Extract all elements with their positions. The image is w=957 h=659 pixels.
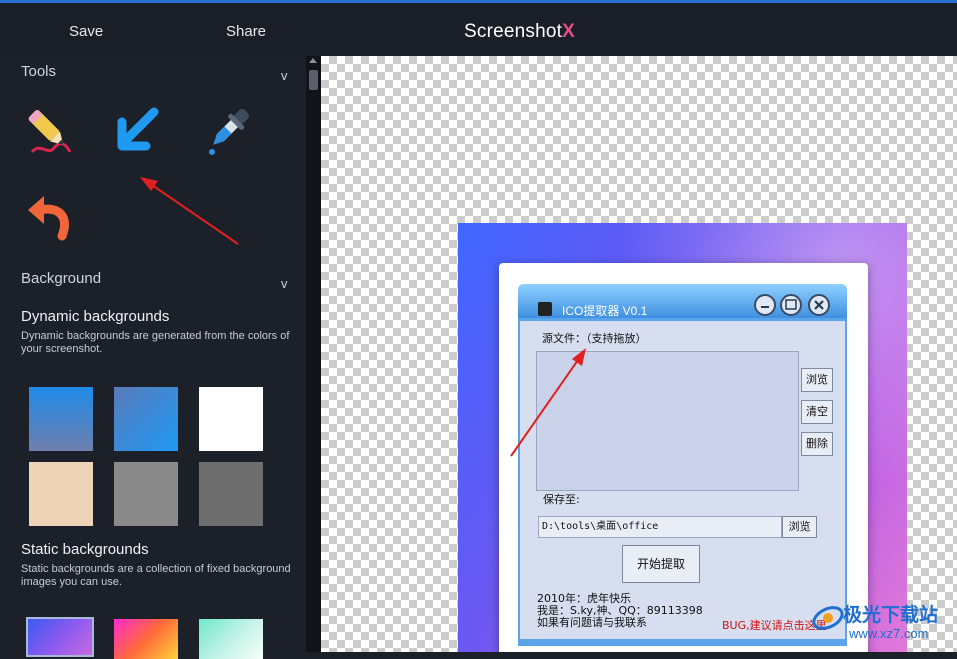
browse-path-button[interactable]: 浏览 (782, 516, 817, 538)
maximize-button[interactable] (780, 294, 802, 316)
save-to-label: 保存至: (543, 493, 580, 506)
dynamic-swatch-6[interactable] (199, 462, 263, 526)
window-title: ICO提取器 V0.1 (562, 304, 648, 318)
app-brand: ScreenshotX (464, 21, 575, 43)
window-body: 源文件：（支持拖放） 浏览 清空 删除 保存至: D:\tools\桌面\off… (520, 321, 845, 639)
minimize-button[interactable] (754, 294, 776, 316)
static-swatch-3[interactable] (199, 619, 263, 659)
info-line-3: 如果有问题请与我联系 (537, 616, 647, 629)
pencil-tool-button[interactable] (22, 102, 78, 158)
dynamic-swatch-2[interactable] (114, 387, 178, 451)
start-extract-button[interactable]: 开始提取 (622, 545, 700, 583)
save-path-field[interactable]: D:\tools\桌面\office (538, 516, 782, 538)
eyedropper-tool-button[interactable] (200, 102, 256, 158)
close-icon (814, 300, 824, 310)
browse-source-button[interactable]: 浏览 (801, 368, 833, 392)
scrollbar-thumb[interactable] (309, 70, 318, 90)
window-titlebar: ICO提取器 V0.1 (518, 284, 847, 318)
close-button[interactable] (808, 294, 830, 316)
top-bar: Save Share ScreenshotX (0, 0, 957, 56)
tools-collapse-chevron-icon[interactable]: v (281, 68, 288, 83)
minimize-icon (761, 306, 769, 308)
clear-button[interactable]: 清空 (801, 400, 833, 424)
undo-icon (28, 196, 69, 241)
static-swatch-2[interactable] (114, 619, 178, 659)
dynamic-backgrounds-title: Dynamic backgrounds (21, 308, 170, 325)
watermark: 极光下载站 www.xz7.com (811, 598, 953, 648)
info-text: 2010年：虎年快乐 我是：S.ky,神、QQ：89113398 如果有问题请与… (537, 593, 703, 629)
sidebar: Tools v Background v Dynamic backgrounds… (0, 56, 306, 659)
dynamic-backgrounds-description: Dynamic backgrounds are generated from t… (21, 330, 290, 355)
dynamic-swatch-5[interactable] (114, 462, 178, 526)
background-collapse-chevron-icon[interactable]: v (281, 276, 288, 291)
share-button[interactable]: Share (226, 23, 266, 40)
arrow-tool-button[interactable] (110, 102, 166, 158)
maximize-icon (785, 299, 797, 310)
watermark-title: 极光下载站 (843, 604, 939, 626)
preview-canvas: ICO提取器 V0.1 源文件：（支持拖放） 浏览 清空 删除 保存至: D:\… (321, 56, 957, 652)
scroll-up-arrow-icon[interactable] (309, 58, 317, 63)
eyedropper-icon (209, 109, 249, 155)
undo-tool-button[interactable] (22, 186, 78, 242)
watermark-logo-icon (812, 606, 844, 630)
dynamic-swatch-4[interactable] (29, 462, 93, 526)
sidebar-scrollbar[interactable] (306, 56, 321, 652)
static-backgrounds-description: Static backgrounds are a collection of f… (21, 563, 291, 588)
watermark-url: www.xz7.com (849, 626, 929, 641)
tools-section-title: Tools (21, 63, 57, 80)
static-backgrounds-title: Static backgrounds (21, 541, 149, 558)
brand-mark: X (562, 21, 575, 42)
source-file-label: 源文件：（支持拖放） (542, 332, 647, 345)
arrow-icon (117, 107, 159, 151)
background-section-title: Background (21, 270, 102, 287)
app-logo-icon (538, 302, 552, 316)
pencil-icon (28, 110, 72, 154)
dynamic-swatch-1[interactable] (29, 387, 93, 451)
delete-button[interactable]: 删除 (801, 432, 833, 456)
static-swatch-1[interactable] (26, 617, 94, 657)
ico-extractor-window: ICO提取器 V0.1 源文件：（支持拖放） 浏览 清空 删除 保存至: D:\… (518, 284, 847, 646)
save-button[interactable]: Save (69, 23, 103, 40)
dynamic-swatch-3[interactable] (199, 387, 263, 451)
brand-text: Screenshot (464, 21, 563, 42)
source-file-list[interactable] (536, 351, 799, 491)
